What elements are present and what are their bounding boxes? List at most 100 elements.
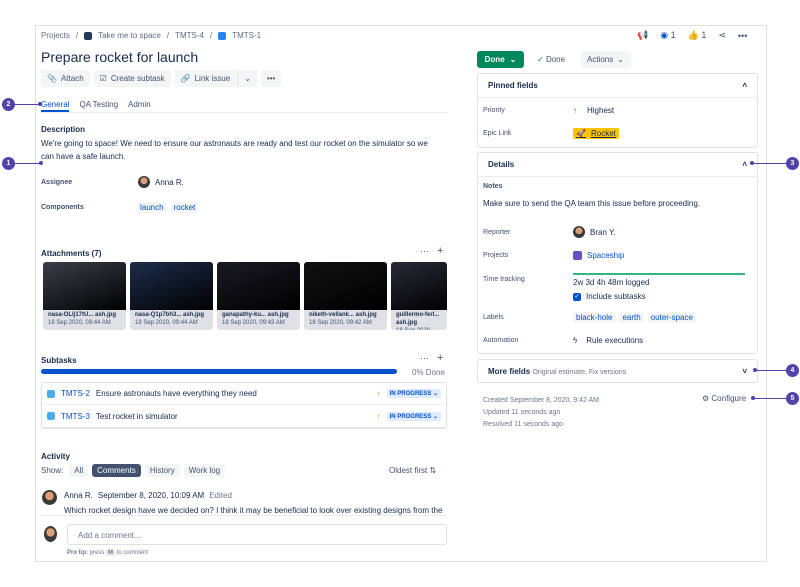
attachment-image	[391, 262, 447, 310]
link-issue-dropdown[interactable]: ⌄	[237, 70, 257, 87]
labels-label: Labels	[483, 314, 504, 321]
check-icon: ✓	[537, 55, 544, 64]
attachment-date: 18 Sep 2020, 09:43 AM	[222, 320, 285, 326]
configure-button[interactable]: ⚙ Configure	[702, 394, 746, 403]
divider	[41, 515, 447, 516]
subtask-status-dropdown[interactable]: IN PROGRESS ⌄	[386, 411, 441, 421]
label-tag[interactable]: earth	[619, 312, 644, 323]
project-field[interactable]: Spaceship	[573, 251, 624, 260]
include-subtasks-checkbox[interactable]: ✓ Include subtasks	[573, 292, 646, 301]
comment-author[interactable]: Anna R.	[64, 491, 93, 500]
pro-tip-key: M	[106, 550, 116, 556]
attachment-thumbnail[interactable]: guillermo-ferl... ash.jpg 18 Sep 2020, 09…	[391, 262, 447, 330]
more-actions-icon[interactable]: •••	[738, 31, 747, 41]
attachment-thumbnail[interactable]: ganapathy-ku... ash.jpg 18 Sep 2020, 09:4…	[217, 262, 300, 330]
subtask-row[interactable]: TMTS-2 Ensure astronauts have everything …	[42, 383, 446, 405]
label-tag[interactable]: outer-space	[647, 312, 696, 323]
breadcrumb-project[interactable]: Take me to space	[98, 31, 161, 40]
vote-button[interactable]: 👍 1	[688, 30, 707, 41]
chevron-down-icon: ⌄	[617, 55, 624, 64]
add-subtask-icon[interactable]: +	[437, 352, 443, 364]
time-tracking-bar[interactable]	[573, 273, 745, 275]
filter-history[interactable]: History	[144, 464, 180, 477]
pro-tip: Pro tip: press M to comment	[67, 550, 148, 556]
checkbox-checked-icon: ✓	[573, 292, 581, 301]
pinned-fields-header[interactable]: Pinned fields ˄	[478, 74, 757, 98]
description-text[interactable]: We're going to space! We need to ensure …	[41, 137, 441, 163]
status-button[interactable]: Done ⌄	[477, 51, 524, 68]
subtask-summary[interactable]: Ensure astronauts have everything they n…	[96, 389, 371, 398]
breadcrumb-issue[interactable]: TMTS-1	[232, 31, 261, 40]
link-issue-button[interactable]: 🔗 Link issue	[174, 70, 237, 87]
callout-1: 1	[2, 157, 15, 170]
watch-button[interactable]: ◉ 1	[660, 30, 675, 41]
likes-count: 1	[701, 30, 707, 40]
subtask-icon: ☑	[99, 74, 107, 83]
issue-toolbar: 📎 Attach ☑ Create subtask 🔗 Link issue ⌄ ••…	[41, 70, 282, 87]
sort-icon: ⇅	[429, 466, 437, 475]
callout-4: 4	[786, 364, 799, 377]
assignee-field[interactable]: Anna R.	[138, 176, 184, 188]
callout-dot	[39, 161, 43, 165]
subtask-summary[interactable]: Test rocket in simulator	[96, 412, 371, 421]
tab-qa-testing[interactable]: QA Testing	[79, 100, 118, 112]
attachment-date: 18 Sep 2020, 09:44 AM	[396, 328, 432, 330]
filter-work-log[interactable]: Work log	[183, 464, 226, 477]
sort-order-button[interactable]: Oldest first ⇅	[389, 466, 436, 475]
components-field: launch rocket	[137, 202, 199, 213]
filter-comments[interactable]: Comments	[92, 464, 141, 477]
share-icon[interactable]: ⋖	[718, 30, 726, 41]
subtask-key[interactable]: TMTS-3	[61, 412, 90, 421]
label-tag[interactable]: black-hole	[573, 312, 616, 323]
reporter-field[interactable]: Bran Y.	[573, 226, 616, 238]
add-attachment-icon[interactable]: +	[437, 245, 443, 257]
attachments-heading: Attachments (7)	[41, 249, 102, 258]
current-user-avatar	[44, 526, 57, 542]
attach-button[interactable]: 📎 Attach	[41, 70, 90, 87]
pro-tip-prefix: Pro tip:	[67, 550, 88, 556]
time-logged: 2w 3d 4h 48m logged	[573, 278, 650, 287]
tab-admin[interactable]: Admin	[128, 100, 151, 112]
breadcrumb-parent[interactable]: TMTS-4	[175, 31, 204, 40]
create-subtask-button[interactable]: ☑ Create subtask	[93, 70, 171, 87]
subtask-key[interactable]: TMTS-2	[61, 389, 90, 398]
actions-button[interactable]: Actions ⌄	[581, 51, 631, 68]
subtasks-more-icon[interactable]: ···	[420, 353, 429, 363]
add-comment-input[interactable]: Add a comment...	[67, 524, 447, 545]
subtask-status-dropdown[interactable]: IN PROGRESS ⌄	[386, 389, 441, 398]
subtasks-list: TMTS-2 Ensure astronauts have everything …	[41, 382, 447, 428]
pinned-fields-heading: Pinned fields	[488, 81, 538, 90]
actions-label: Actions	[587, 55, 614, 64]
attachment-thumbnail[interactable]: nasa-Q1p7bh3... ash.jpg 18 Sep 2020, 09:4…	[130, 262, 213, 330]
resolution: ✓ Done	[537, 55, 565, 64]
labels-field: black-hole earth outer-space	[573, 312, 696, 323]
details-header[interactable]: Details ˄	[478, 153, 757, 177]
breadcrumb-projects[interactable]: Projects	[41, 31, 70, 40]
created-date: Created September 8, 2020, 9:42 AM	[483, 397, 599, 404]
subtasks-progress-bar	[41, 369, 397, 374]
time-tracking-fill	[573, 273, 745, 275]
subtask-icon	[47, 412, 55, 420]
issue-title[interactable]: Prepare rocket for launch	[41, 49, 198, 65]
attachment-thumbnail[interactable]: niketh-vellank... ash.jpg 18 Sep 2020, 09…	[304, 262, 387, 330]
reporter-name: Bran Y.	[590, 227, 616, 237]
attachments-more-icon[interactable]: ···	[420, 246, 429, 256]
project-name: Spaceship	[587, 251, 625, 260]
comment-header: Anna R. September 8, 2020, 10:09 AM Edit…	[64, 491, 232, 500]
filter-all[interactable]: All	[69, 464, 89, 477]
more-fields-panel[interactable]: More fields Original estimate, Fix versi…	[477, 359, 758, 383]
epic-link-value[interactable]: 🚀 Rocket	[573, 128, 619, 139]
breadcrumb-separator: /	[209, 31, 213, 40]
priority-field[interactable]: ↑ Highest	[573, 106, 614, 115]
subtask-row[interactable]: TMTS-3 Test rocket in simulator ↑ IN PROGRE…	[42, 405, 446, 427]
attachment-thumbnail[interactable]: nasa-OLlj17tU... ash.jpg 18 Sep 2020, 09:…	[43, 262, 126, 330]
attachment-date: 18 Sep 2020, 09:42 AM	[309, 320, 372, 326]
component-tag[interactable]: rocket	[170, 202, 199, 213]
automation-field[interactable]: ϟ Rule executions	[573, 336, 643, 345]
feedback-megaphone-icon[interactable]: 📢	[637, 30, 648, 41]
tab-general[interactable]: General	[41, 100, 70, 112]
more-button[interactable]: •••	[260, 70, 282, 87]
notes-value[interactable]: Make sure to send the QA team this issue…	[483, 199, 700, 208]
priority-high-icon: ↑	[376, 389, 381, 398]
component-tag[interactable]: launch	[137, 202, 167, 213]
